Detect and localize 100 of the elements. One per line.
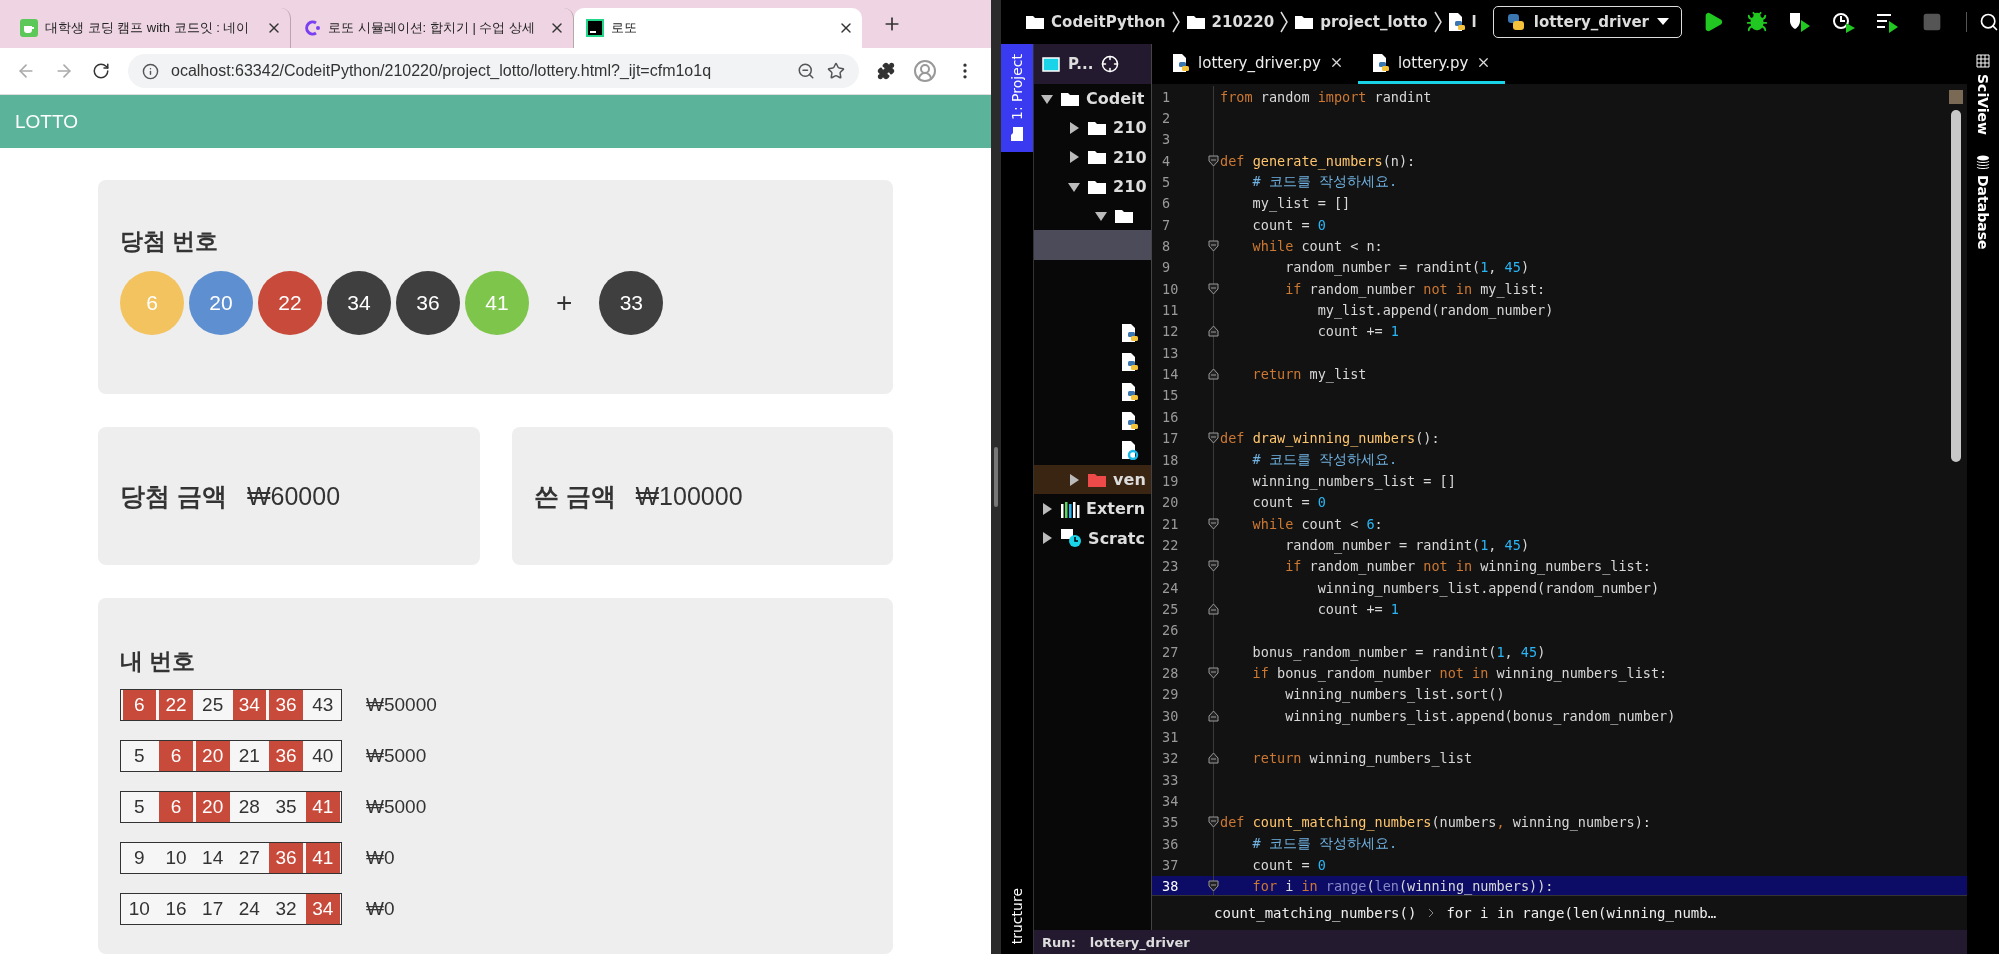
ticket-prize: ₩5000 (366, 745, 427, 767)
number-cell: 6 (159, 792, 193, 822)
fold-icon[interactable] (1208, 517, 1220, 530)
code-line: my_list.append(random_number) (1316, 302, 1554, 319)
fold-end-icon[interactable] (1208, 325, 1220, 338)
python-file-icon (1121, 352, 1140, 373)
code-line: # 코드를 작성하세요. (1251, 834, 1398, 853)
code-line: if random_number not in winning_numbers_list: (1284, 558, 1651, 575)
shield-run-icon[interactable] (1788, 11, 1812, 33)
run-config-dropdown[interactable]: lottery_driver (1492, 6, 1682, 38)
line-number: 36 (1161, 835, 1180, 852)
fold-icon[interactable] (1208, 666, 1220, 679)
python-file-icon (1121, 410, 1140, 431)
number-ball: 6 (120, 271, 184, 335)
tree-item[interactable]: 210 (1034, 113, 1152, 143)
tree-item[interactable]: ven (1034, 464, 1152, 495)
breadcrumb[interactable]: for i in range(len(winning_numb… (1446, 905, 1717, 921)
number-cell: 20 (195, 741, 230, 771)
line-number: 29 (1161, 686, 1180, 703)
breadcrumb[interactable]: project_lotto (1320, 13, 1428, 31)
code-line: for i in range(len(winning_numbers)): (1251, 878, 1554, 895)
window-icon (1042, 56, 1061, 72)
fold-icon[interactable] (1208, 432, 1220, 445)
app-icon (586, 19, 604, 37)
address-field[interactable]: ocalhost:63342/CodeitPython/210220/project_lotto/lottery.html?_ijt=cfm1o1q (128, 54, 860, 88)
code-line: # 코드를 작성하세요. (1251, 173, 1398, 192)
code-line: count = 0 (1251, 494, 1326, 511)
fold-icon[interactable] (1208, 154, 1220, 167)
fold-icon[interactable] (1208, 240, 1220, 253)
number-cell: 34 (232, 690, 267, 720)
line-number: 6 (1161, 195, 1172, 212)
fold-icon[interactable] (1208, 816, 1220, 829)
resize-handle[interactable] (994, 447, 999, 507)
breadcrumb[interactable]: l (1471, 13, 1477, 31)
tree-item[interactable]: 210 (1034, 142, 1152, 172)
ticket-prize: ₩5000 (366, 796, 427, 818)
info-icon[interactable] (142, 62, 159, 80)
fold-end-icon[interactable] (1208, 602, 1220, 615)
tool-window-tab[interactable]: SciView (1975, 54, 1991, 135)
fold-icon[interactable] (1208, 880, 1220, 893)
search-icon[interactable] (1966, 12, 1999, 32)
breadcrumb[interactable]: CodeitPython (1051, 13, 1166, 31)
line-number: 12 (1161, 323, 1180, 340)
code-line: random_number = randint(1, 45) (1284, 259, 1529, 276)
folder-icon (1087, 119, 1108, 136)
line-number: 34 (1161, 793, 1180, 809)
number-ball: 41 (465, 271, 529, 335)
line-number: 5 (1161, 174, 1172, 191)
profiler-icon[interactable] (1832, 11, 1856, 33)
editor-tab[interactable]: lottery_driver.py (1158, 44, 1358, 84)
tree-item[interactable]: Codeit (1034, 84, 1152, 114)
tool-window-tab[interactable]: Database (1975, 155, 1991, 250)
line-number: 18 (1161, 451, 1180, 468)
tool-window-tab[interactable]: tructure (1001, 877, 1034, 954)
cup-icon (20, 19, 38, 37)
code-line: count = 0 (1251, 216, 1326, 233)
number-cell-text: 10 (127, 897, 151, 921)
bug-icon[interactable] (1746, 11, 1768, 33)
tree-item[interactable]: 210 (1034, 171, 1152, 202)
breadcrumb[interactable]: count_matching_numbers() (1214, 905, 1417, 921)
browser-tab[interactable]: 대학생 코딩 캠프 with 코드잇 : 네이 (8, 8, 291, 48)
line-number: 28 (1161, 664, 1180, 681)
zoom-out-icon[interactable] (797, 62, 816, 80)
amount-label: 당첨 금액 (120, 480, 227, 512)
fold-icon[interactable] (1208, 560, 1220, 573)
run-tab[interactable]: lottery_driver (1089, 934, 1190, 950)
fold-end-icon[interactable] (1208, 709, 1220, 722)
panel-title[interactable]: P... (1068, 55, 1094, 73)
number-cell-text: 16 (164, 897, 188, 921)
fold-icon[interactable] (1208, 282, 1220, 295)
tasks-run-icon[interactable] (1876, 11, 1900, 33)
chevron-icon (1428, 908, 1435, 918)
code-line: count += 1 (1316, 323, 1399, 340)
tool-window-tab[interactable]: 1: Project (1001, 44, 1034, 152)
code-line: while count < n: (1251, 238, 1383, 255)
number-cell: 6 (122, 690, 157, 720)
tree-item[interactable]: Scratc (1034, 523, 1152, 553)
line-number: 35 (1161, 814, 1180, 831)
star-icon[interactable] (827, 62, 846, 80)
browser-tab[interactable]: 로또 (574, 8, 862, 48)
stop-icon[interactable] (1922, 12, 1942, 32)
tree-item[interactable]: Extern (1034, 494, 1152, 524)
fold-end-icon[interactable] (1208, 752, 1220, 765)
fold-end-icon[interactable] (1208, 368, 1220, 381)
settings-file-icon (1121, 440, 1140, 461)
reload-icon[interactable] (92, 62, 110, 80)
line-number: 11 (1161, 302, 1180, 319)
puzzle-icon[interactable] (877, 62, 896, 80)
number-cell: 36 (269, 843, 303, 873)
line-number: 2 (1161, 110, 1172, 126)
scrollbar[interactable] (1951, 110, 1961, 462)
locate-icon[interactable] (1101, 55, 1120, 73)
number-cell-text: 27 (237, 846, 261, 870)
number-cell-text: 24 (237, 897, 261, 921)
editor-tab[interactable]: lottery.py (1357, 44, 1506, 84)
profile-icon[interactable] (913, 59, 938, 83)
code-line: winning_numbers_list.append(bonus_random_number) (1284, 707, 1676, 724)
breadcrumb[interactable]: 210220 (1211, 13, 1275, 31)
code-line: if random_number not in my_list: (1284, 280, 1546, 297)
number-cell-text: 9 (133, 846, 146, 870)
